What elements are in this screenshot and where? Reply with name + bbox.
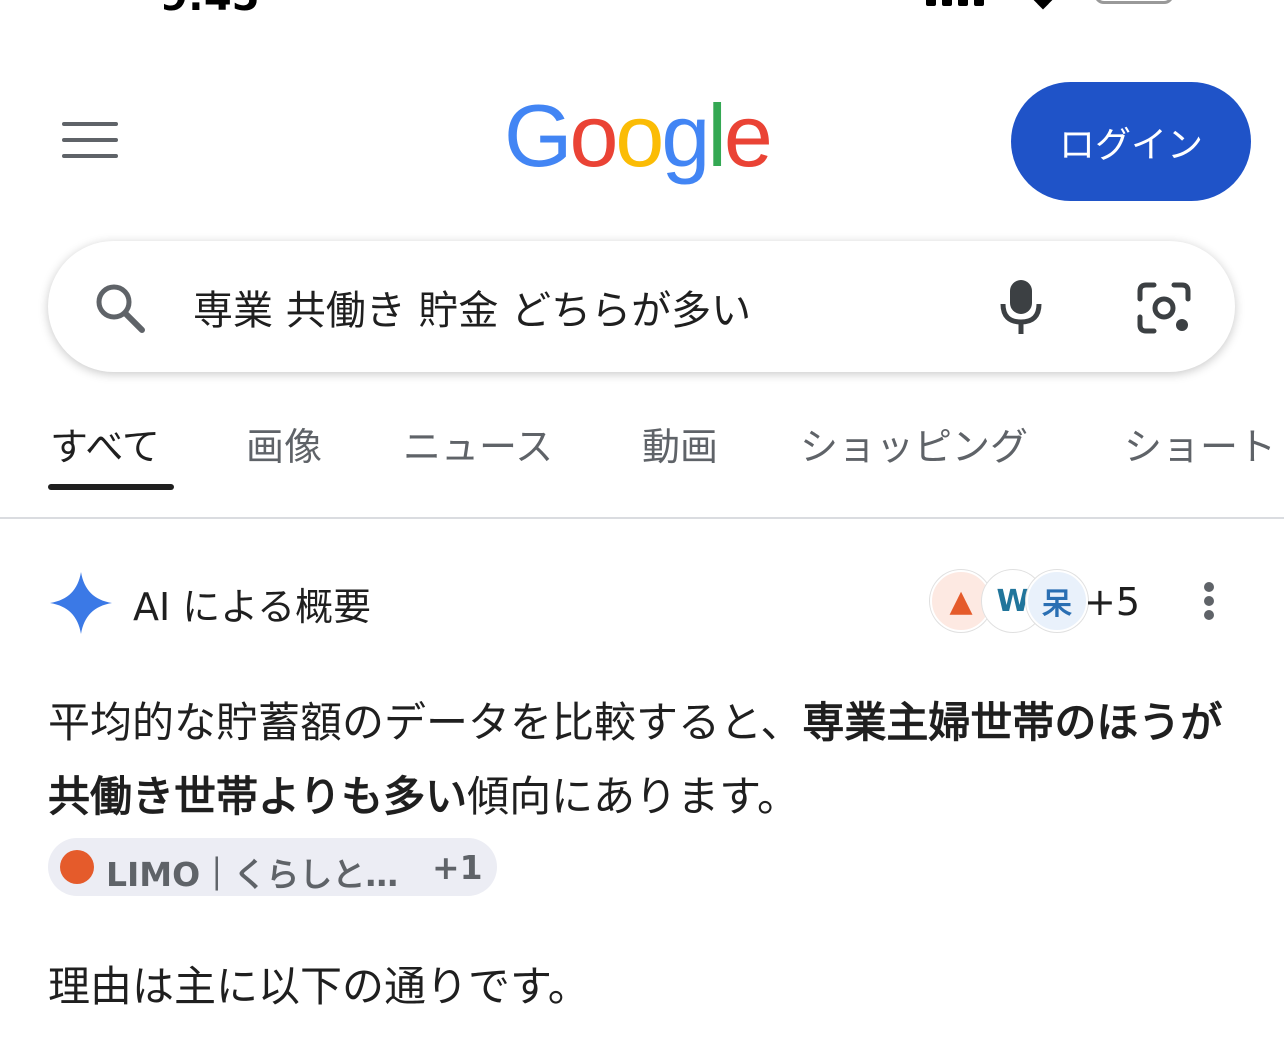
source-chip-count: +1 bbox=[432, 848, 483, 887]
login-button[interactable]: ログイン bbox=[1011, 82, 1251, 201]
ai-overview-title: AI による概要 bbox=[133, 585, 372, 629]
more-options-icon[interactable] bbox=[1198, 582, 1220, 626]
hamburger-menu-icon[interactable] bbox=[62, 122, 118, 162]
reason-intro-text: 理由は主に以下の通りです。 bbox=[48, 962, 590, 1011]
source-chip-label: LIMO｜くらしと… bbox=[106, 855, 399, 894]
summary-text-2: 傾向にあります。 bbox=[467, 772, 799, 821]
status-bar: 9:45 bbox=[0, 0, 1284, 20]
google-logo[interactable]: Google bbox=[504, 86, 773, 185]
wifi-icon bbox=[1024, 0, 1062, 10]
tab-videos[interactable]: 動画 bbox=[642, 416, 718, 471]
blog-icon: 呆 bbox=[1026, 570, 1088, 632]
tab-images[interactable]: 画像 bbox=[246, 416, 322, 471]
google-lens-icon[interactable] bbox=[1136, 281, 1192, 335]
search-icon bbox=[96, 284, 145, 333]
tab-shopping[interactable]: ショッピング bbox=[800, 416, 1028, 471]
battery-icon bbox=[1094, 0, 1174, 4]
sources-more-count[interactable]: +5 bbox=[1084, 580, 1140, 624]
tab-news[interactable]: ニュース bbox=[403, 416, 553, 471]
active-tab-indicator bbox=[48, 484, 174, 490]
tab-all[interactable]: すべて bbox=[50, 416, 160, 471]
source-chip[interactable]: LIMO｜くらしと… +1 bbox=[48, 838, 497, 896]
mic-icon[interactable] bbox=[998, 278, 1044, 338]
limo-icon bbox=[60, 850, 94, 884]
logo-letter: G bbox=[504, 86, 572, 185]
logo-letter: o bbox=[569, 86, 618, 185]
search-input[interactable] bbox=[193, 280, 953, 334]
source-favicons[interactable]: ▲ W 呆 bbox=[930, 570, 1088, 632]
signal-icon bbox=[926, 0, 984, 6]
logo-letter: l bbox=[707, 86, 726, 185]
divider bbox=[0, 517, 1284, 519]
summary-text-1: 平均的な貯蓄額のデータを比較すると、 bbox=[48, 698, 803, 747]
logo-letter: e bbox=[723, 86, 773, 185]
tab-shorts[interactable]: ショート bbox=[1124, 416, 1276, 471]
ai-overview-summary: 平均的な貯蓄額のデータを比較すると、専業主婦世帯のほうが共働き世帯よりも多い傾向… bbox=[48, 686, 1238, 834]
gemini-sparkle-icon bbox=[50, 572, 112, 634]
logo-letter: o bbox=[615, 86, 664, 185]
logo-letter: g bbox=[661, 86, 710, 185]
status-time: 9:45 bbox=[160, 0, 260, 20]
